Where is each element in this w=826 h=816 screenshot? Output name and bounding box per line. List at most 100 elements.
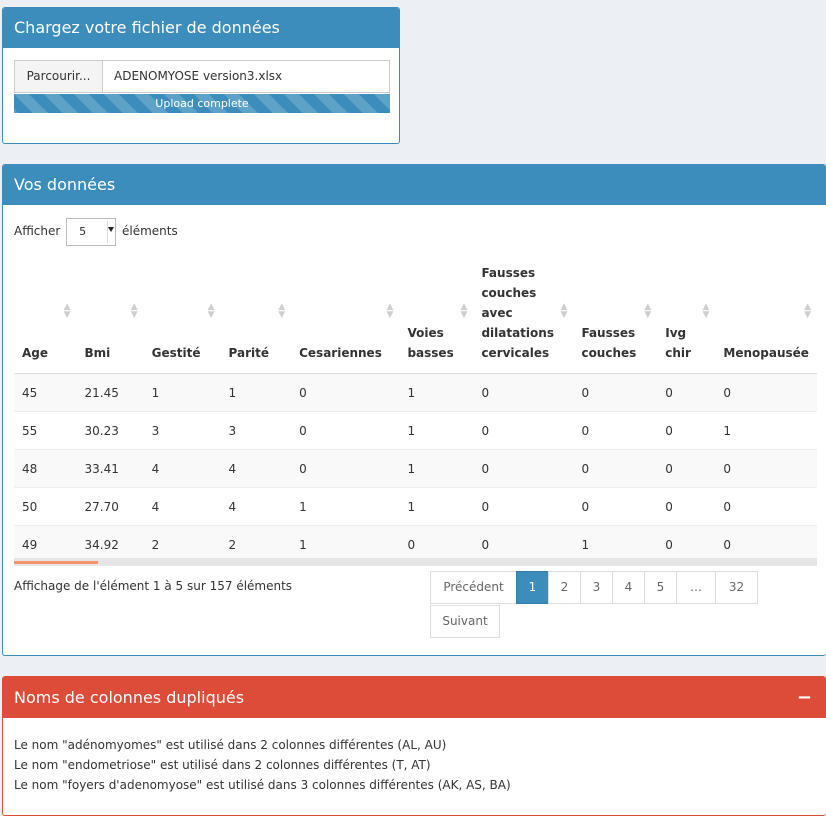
sort-icon[interactable]: ▲ ▼ — [278, 303, 285, 320]
table-cell: 27.70 — [76, 487, 144, 526]
upload-panel: Chargez votre fichier de données Parcour… — [2, 7, 400, 144]
data-panel-title: Vos données — [3, 165, 826, 205]
table-cell: 0 — [573, 487, 658, 526]
table-cell: 1 — [220, 373, 292, 412]
column-header-label: Bmi — [84, 346, 111, 360]
duplicate-panel-title: Noms de colonnes dupliqués — [3, 677, 826, 718]
sort-icon[interactable]: ▲ ▼ — [461, 303, 468, 320]
duplicate-columns-panel: Noms de colonnes dupliqués − Le nom "adé… — [2, 676, 826, 816]
browse-button[interactable]: Parcourir... — [15, 61, 103, 92]
table-cell: 4 — [143, 487, 221, 526]
upload-panel-title: Chargez votre fichier de données — [3, 8, 399, 48]
table-cell: 1 — [399, 487, 474, 526]
column-header[interactable]: Age ▲ ▼ — [14, 263, 77, 374]
table-info: Affichage de l'élément 1 à 5 sur 157 élé… — [14, 579, 293, 593]
table-cell: 0 — [715, 373, 817, 412]
file-name-field[interactable]: ADENOMYOSE version3.xlsx — [114, 61, 282, 92]
table-cell: 0 — [715, 487, 817, 526]
duplicate-list: Le nom "adénomyomes" est utilisé dans 2 … — [14, 735, 511, 795]
table-cell: 55 — [14, 411, 77, 450]
page-button-2[interactable]: 2 — [548, 571, 581, 604]
column-header[interactable]: Fausses couches avec dilatations cervica… — [473, 263, 574, 374]
table-cell: 0 — [473, 487, 574, 526]
table-row[interactable]: 48 33.41 4 4 0 1 0 0 0 0 — [14, 449, 817, 488]
sort-icon[interactable]: ▲ ▼ — [387, 303, 394, 320]
page-button-5[interactable]: 5 — [644, 571, 677, 604]
upload-progress-text: Upload complete — [155, 97, 249, 110]
page-button-4[interactable]: 4 — [612, 571, 645, 604]
column-header[interactable]: Parité ▲ ▼ — [220, 263, 292, 374]
sort-icon[interactable]: ▲ ▼ — [702, 303, 709, 320]
table-cell: 3 — [143, 411, 221, 450]
table-cell: 1 — [399, 373, 474, 412]
table-cell: 0 — [291, 449, 400, 488]
upload-progress-bar: Upload complete — [14, 94, 390, 113]
table-row[interactable]: 55 30.23 3 3 0 1 0 0 0 1 — [14, 411, 817, 450]
table-row[interactable]: 50 27.70 4 4 1 1 0 0 0 0 — [14, 487, 817, 526]
table-cell: 0 — [657, 373, 716, 412]
data-table: Age ▲ ▼ Bmi ▲ ▼ Gestité ▲ ▼ Parité ▲ ▼ Cesariennes ▲ ▼… — [14, 263, 817, 563]
table-cell: 4 — [143, 449, 221, 488]
table-cell: 0 — [573, 449, 658, 488]
column-header-label: Ivg chir — [665, 326, 691, 360]
table-cell: 45 — [14, 373, 77, 412]
column-header-label: Parité — [228, 346, 270, 360]
column-header-label: Fausses couches — [581, 326, 637, 360]
table-cell: 4 — [220, 449, 292, 488]
sort-icon[interactable]: ▲ ▼ — [208, 303, 215, 320]
sort-icon[interactable]: ▲ ▼ — [561, 303, 568, 320]
page-button-3[interactable]: 3 — [580, 571, 613, 604]
table-cell: 0 — [473, 373, 574, 412]
collapse-icon[interactable]: − — [797, 677, 812, 718]
column-header-label: Cesariennes — [299, 346, 382, 360]
column-header[interactable]: Menopausée ▲ ▼ — [715, 263, 817, 374]
table-body: 45 21.45 1 1 0 1 0 0 0 0 55 30.23 3 3 0 1 0 0 0 1 48 33.41 4 4 0… — [14, 373, 817, 563]
column-header-label: Voies basses — [407, 326, 454, 360]
sort-icon[interactable]: ▲ ▼ — [644, 303, 651, 320]
column-header[interactable]: Voies basses ▲ ▼ — [399, 263, 474, 374]
sort-icon[interactable]: ▲ ▼ — [804, 303, 811, 320]
sort-icon[interactable]: ▲ ▼ — [131, 303, 138, 320]
page-length-select[interactable]: 5 — [66, 217, 117, 246]
duplicate-line: Le nom "foyers d'adenomyose" est utilisé… — [14, 778, 511, 792]
table-cell: 0 — [291, 411, 400, 450]
length-label-after: éléments — [122, 224, 178, 238]
table-cell: 0 — [657, 449, 716, 488]
table-cell: 1 — [399, 411, 474, 450]
column-header[interactable]: Gestité ▲ ▼ — [143, 263, 221, 374]
file-input-group[interactable]: Parcourir... ADENOMYOSE version3.xlsx — [14, 60, 390, 93]
page-length-value: 5 — [79, 224, 87, 238]
table-cell: 50 — [14, 487, 77, 526]
table-cell: 0 — [573, 373, 658, 412]
table-cell: 0 — [715, 449, 817, 488]
page-button-1[interactable]: 1 — [516, 571, 549, 604]
table-cell: 0 — [473, 411, 574, 450]
column-header-label: Menopausée — [723, 346, 809, 360]
previous-page-button[interactable]: Précédent — [430, 571, 517, 604]
column-header-label: Gestité — [151, 346, 201, 360]
page-button-32[interactable]: 32 — [715, 571, 758, 604]
next-page-button[interactable]: Suivant — [430, 605, 500, 638]
table-cell: 0 — [657, 487, 716, 526]
scrollbar-thumb[interactable] — [14, 561, 98, 564]
table-row[interactable]: 45 21.45 1 1 0 1 0 0 0 0 — [14, 373, 817, 412]
table-cell: 48 — [14, 449, 77, 488]
select-scroll-track — [107, 220, 115, 243]
table-header-row: Age ▲ ▼ Bmi ▲ ▼ Gestité ▲ ▼ Parité ▲ ▼ Cesariennes ▲ ▼… — [14, 263, 817, 374]
data-panel: Vos données Afficher 5 éléments Age ▲ ▼ Bmi… — [2, 164, 826, 656]
column-header-label: Fausses couches avec dilatations cervica… — [481, 266, 554, 360]
horizontal-scrollbar[interactable] — [14, 558, 817, 566]
column-header[interactable]: Fausses couches ▲ ▼ — [573, 263, 658, 374]
table-cell: 30.23 — [76, 411, 144, 450]
table-cell: 1 — [715, 411, 817, 450]
duplicate-line: Le nom "adénomyomes" est utilisé dans 2 … — [14, 738, 447, 752]
column-header[interactable]: Ivg chir ▲ ▼ — [657, 263, 716, 374]
table-cell: 4 — [220, 487, 292, 526]
table-cell: 1 — [399, 449, 474, 488]
length-label-before: Afficher — [14, 224, 61, 238]
column-header[interactable]: Bmi ▲ ▼ — [76, 263, 144, 374]
table-cell: 0 — [291, 373, 400, 412]
sort-icon[interactable]: ▲ ▼ — [64, 303, 71, 320]
column-header[interactable]: Cesariennes ▲ ▼ — [291, 263, 400, 374]
table-cell: 21.45 — [76, 373, 144, 412]
